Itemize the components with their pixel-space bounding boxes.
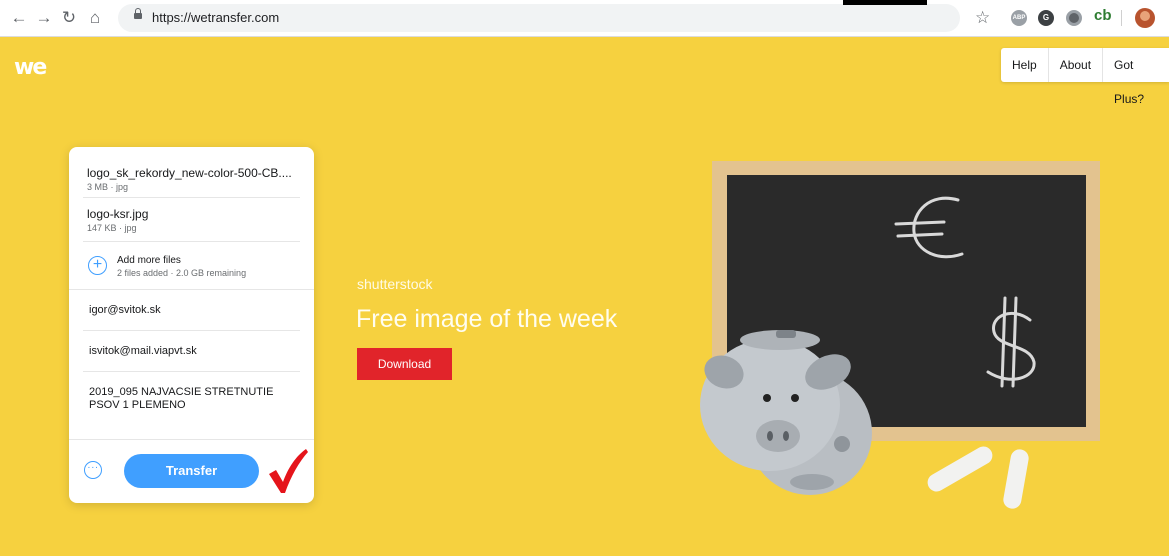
add-files-meta: 2 files added · 2.0 GB remaining (117, 268, 247, 278)
file-name: logo_sk_rekordy_new-color-500-CB.... (87, 166, 292, 180)
divider (83, 197, 300, 198)
add-files-icon[interactable]: + (88, 256, 107, 275)
email-to-field[interactable]: igor@svitok.sk (89, 304, 299, 316)
chalk-sticks (927, 446, 1029, 509)
divider (83, 371, 300, 372)
message-field[interactable]: 2019_095 NAJVACSIE STRETNUTIE PSOV 1 PLE… (89, 386, 299, 412)
nav-about[interactable]: About (1049, 48, 1104, 82)
add-more-files-label[interactable]: Add more files (117, 255, 181, 266)
nav-got-plus[interactable]: Got Plus? (1103, 48, 1169, 106)
file-meta: 147 KB · jpg (87, 223, 137, 233)
divider (69, 439, 314, 440)
wetransfer-logo[interactable]: we (14, 55, 47, 80)
nav-help[interactable]: Help (1001, 48, 1049, 82)
checkmark-icon (269, 449, 308, 493)
ad-headline: Free image of the week (356, 305, 618, 333)
transfer-button[interactable]: Transfer (124, 454, 259, 488)
file-item[interactable]: logo-ksr.jpg 147 KB · jpg (87, 207, 299, 233)
shutterstock-logo: shutterstock (357, 276, 433, 292)
file-meta: 3 MB · jpg (87, 182, 129, 192)
top-nav: Help About Got Plus? (1001, 48, 1169, 106)
email-from-field[interactable]: isvitok@mail.viapvt.sk (89, 345, 299, 357)
more-options-icon[interactable]: ··· (84, 461, 102, 479)
divider (83, 241, 300, 242)
file-item[interactable]: logo_sk_rekordy_new-color-500-CB.... 3 M… (87, 166, 299, 192)
divider (83, 330, 300, 331)
download-button[interactable]: Download (357, 348, 452, 380)
file-name: logo-ksr.jpg (87, 207, 149, 221)
divider (69, 289, 314, 290)
